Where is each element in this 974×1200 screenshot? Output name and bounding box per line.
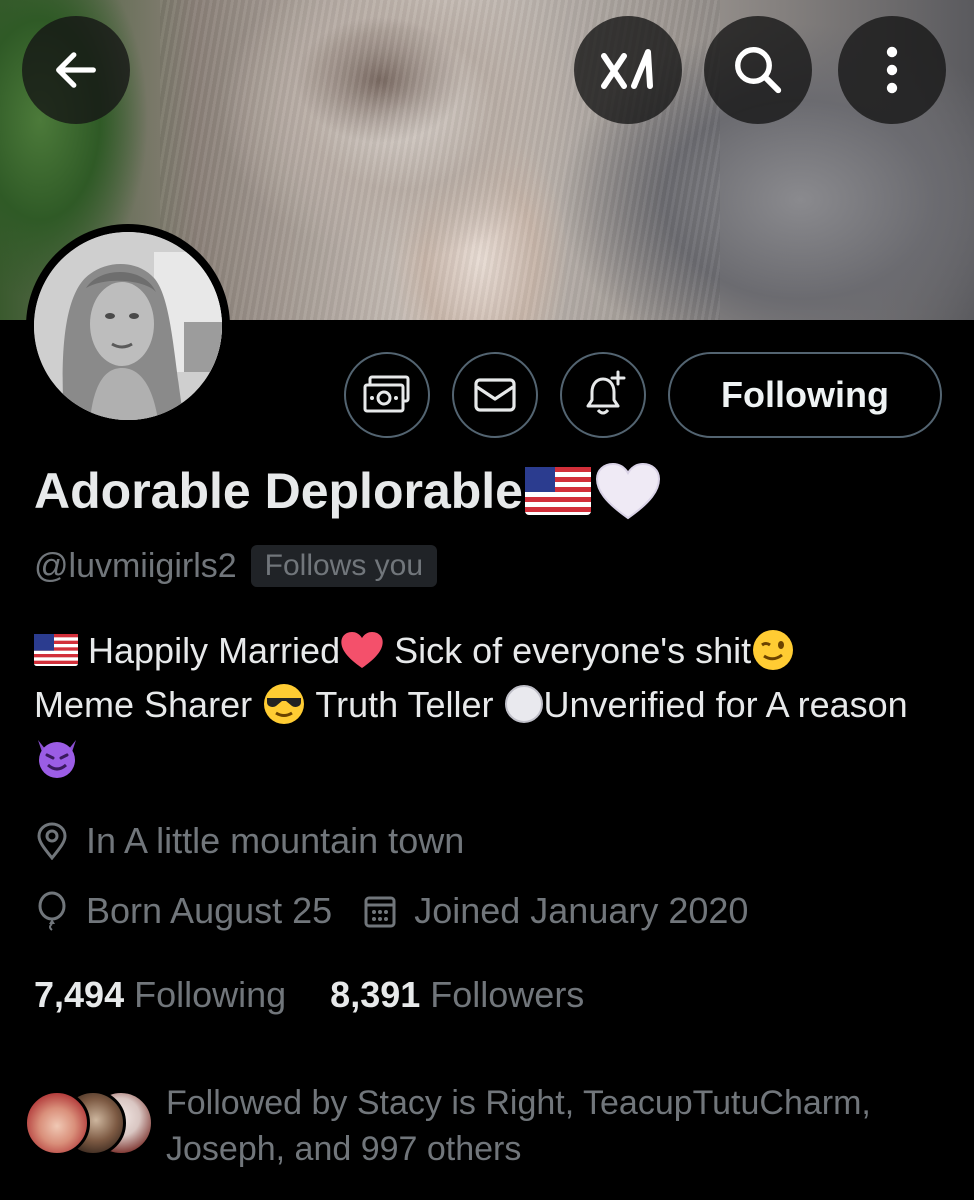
white-heart-icon [595,462,661,520]
grok-logo-icon [601,49,653,89]
user-handle: @luvmiigirls2 [34,546,237,585]
more-vertical-icon [886,46,898,94]
envelope-icon [474,378,516,412]
grok-button[interactable] [574,16,682,124]
sunglasses-face-icon [264,684,305,725]
us-flag-icon [525,467,591,515]
handle-row: @luvmiigirls2 Follows you [34,542,438,590]
bio-text-3: Meme Sharer [34,684,263,725]
following-stat[interactable]: 7,494 Following [34,974,286,1016]
follows-you-badge: Follows you [250,545,438,587]
smiling-devil-icon [38,740,76,779]
display-name: Adorable Deplorable [34,462,661,520]
location-pin-icon [34,821,70,861]
profile-avatar-frame[interactable] [26,224,230,428]
notifications-button[interactable] [560,352,646,438]
arrow-left-icon [56,52,96,88]
bell-plus-icon [586,370,626,415]
winking-face-icon [753,630,794,671]
profile-dates: Born August 25 Joined January 2020 [34,890,748,932]
bio-text-4: Truth Teller [306,684,504,725]
followers-stat[interactable]: 8,391 Followers [330,974,584,1016]
back-button[interactable] [22,16,130,124]
follower-avatar-1 [24,1090,90,1156]
follow-stats: 7,494 Following 8,391 Followers [34,974,584,1016]
joined-text: Joined January 2020 [414,890,749,931]
birthday-text: Born August 25 [86,890,333,931]
avatar[interactable] [34,232,222,420]
calendar-icon [362,891,398,931]
search-button[interactable] [704,16,812,124]
tip-button[interactable] [344,352,430,438]
display-name-text: Adorable Deplorable [34,463,523,519]
red-heart-icon [341,632,383,669]
avatar-photo [34,232,222,420]
location-text: In A little mountain town [86,820,465,861]
balloon-icon [34,891,70,931]
following-label: Following [134,974,287,1015]
bio-text-2: Sick of everyone's shit [384,630,752,671]
white-circle-icon [504,685,543,724]
search-icon [735,47,782,94]
followed-by-section[interactable]: Followed by Stacy is Right, TeacupTutuCh… [24,1080,954,1180]
followers-count: 8,391 [330,974,421,1015]
message-button[interactable] [452,352,538,438]
money-icon [363,375,410,413]
us-flag-icon [34,634,78,667]
more-options-button[interactable] [838,16,946,124]
followed-by-text: Followed by Stacy is Right, TeacupTutuCh… [166,1084,871,1168]
bio-text-5: Unverified for A reason [543,684,908,725]
profile-bio: Happily Married Sick of everyone's shit … [34,624,934,786]
profile-location: In A little mountain town [34,820,464,862]
followers-label: Followers [430,974,585,1015]
bio-text-1: Happily Married [78,630,341,671]
following-button[interactable]: Following [668,352,942,438]
following-count: 7,494 [34,974,125,1015]
